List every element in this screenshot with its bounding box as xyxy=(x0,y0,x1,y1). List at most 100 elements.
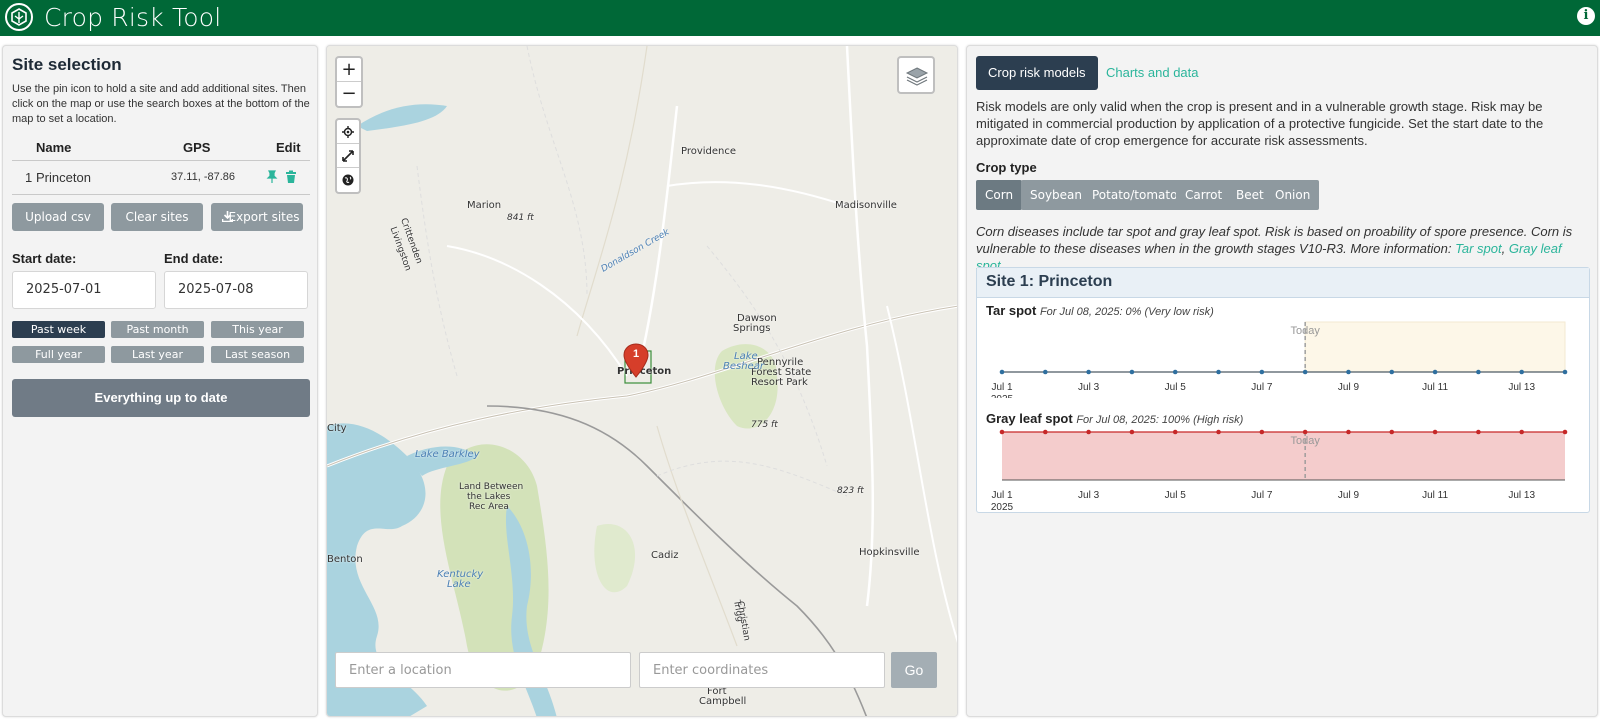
locate-icon[interactable] xyxy=(337,120,359,144)
clear-sites-button[interactable]: Clear sites xyxy=(111,203,203,231)
map-label: Lake Barkley xyxy=(415,449,480,460)
gray-leaf-spot-heading: Gray leaf spot For Jul 08, 2025: 100% (H… xyxy=(986,411,1243,426)
data-point xyxy=(1172,429,1178,435)
last-season-button[interactable]: Last season xyxy=(211,346,304,363)
intro-text: Risk models are only valid when the crop… xyxy=(976,99,1544,148)
data-point xyxy=(1562,369,1568,375)
export-sites-label: Export sites xyxy=(228,210,300,224)
globe-icon[interactable] xyxy=(337,168,359,192)
data-point xyxy=(1259,429,1265,435)
today-label: Today xyxy=(1290,325,1320,337)
map-label: Campbell xyxy=(699,696,747,707)
map-label: Providence xyxy=(681,146,737,157)
data-point xyxy=(999,369,1005,375)
map-panel[interactable]: Providence Marion Madisonville Dawson Sp… xyxy=(326,45,958,717)
data-point xyxy=(1129,369,1135,375)
panel-title: Site selection xyxy=(12,55,122,74)
divider xyxy=(12,160,310,161)
crop-potato-tomato-button[interactable]: Potato/tomato xyxy=(1083,180,1187,210)
tick-label: Jul 1 xyxy=(991,382,1013,393)
zoom-in-button[interactable]: + xyxy=(337,58,361,82)
column-header-name: Name xyxy=(36,140,72,155)
crop-type-label: Crop type xyxy=(976,160,1037,175)
tab-crop-risk-models[interactable]: Crop risk models xyxy=(976,56,1098,90)
crop-soybean-button[interactable]: Soybean xyxy=(1021,180,1092,210)
go-button[interactable]: Go xyxy=(891,652,937,688)
pin-icon[interactable] xyxy=(265,170,279,184)
crop-corn-button[interactable]: Corn xyxy=(976,180,1023,210)
data-point xyxy=(1086,369,1091,375)
crop-onion-button[interactable]: Onion xyxy=(1266,180,1320,210)
full-year-button[interactable]: Full year xyxy=(12,346,105,363)
export-sites-button[interactable]: Export sites xyxy=(211,203,303,231)
map-label: Cadiz xyxy=(651,550,679,561)
start-date-label: Start date: xyxy=(12,251,77,266)
data-point xyxy=(999,429,1005,435)
risk-area xyxy=(1002,432,1565,480)
map-label: Lake xyxy=(447,579,471,590)
tar-spot-link[interactable]: Tar spot xyxy=(1455,241,1502,256)
zoom-out-button[interactable]: − xyxy=(337,82,361,106)
site-card-title: Site 1: Princeton xyxy=(977,268,1589,298)
start-date-input[interactable]: 2025-07-01 xyxy=(12,271,156,309)
chart-title: Gray leaf spot xyxy=(986,411,1073,426)
data-point xyxy=(1346,429,1351,435)
tick-label: Jul 3 xyxy=(1078,382,1100,393)
info-icon[interactable]: i xyxy=(1577,7,1595,25)
tick-label: Jul 9 xyxy=(1338,382,1360,393)
marker-number: 1 xyxy=(632,348,640,360)
tick-label: Jul 7 xyxy=(1251,490,1273,501)
past-week-button[interactable]: Past week xyxy=(12,321,105,338)
column-header-edit: Edit xyxy=(276,140,301,155)
data-point xyxy=(1302,369,1308,375)
data-point xyxy=(1043,369,1048,375)
data-point xyxy=(1519,369,1524,375)
tick-label: Jul 5 xyxy=(1165,490,1187,501)
site-selection-panel: Site selection Use the pin icon to hold … xyxy=(2,45,318,717)
tick-label: Jul 13 xyxy=(1508,490,1535,501)
map-label: Marion xyxy=(467,200,502,211)
map-label: Rec Area xyxy=(469,502,509,512)
layers-button[interactable] xyxy=(897,56,935,94)
data-point xyxy=(1346,369,1351,375)
last-year-button[interactable]: Last year xyxy=(111,346,204,363)
map-label: 823 ft xyxy=(837,486,864,496)
fullscreen-icon[interactable] xyxy=(337,144,359,168)
map-label: Land Between xyxy=(459,482,524,492)
app-logo-icon xyxy=(5,3,33,31)
app-title: Crop Risk Tool xyxy=(44,3,222,32)
location-search-input[interactable]: Enter a location xyxy=(335,652,631,688)
chart-title: Tar spot xyxy=(986,303,1037,318)
app-header: Crop Risk Tool i xyxy=(0,0,1600,36)
data-point xyxy=(1086,429,1091,435)
upload-csv-button[interactable]: Upload csv xyxy=(12,203,104,231)
data-point xyxy=(1172,369,1178,375)
crop-carrot-button[interactable]: Carrot xyxy=(1176,180,1232,210)
map-label: 841 ft xyxy=(507,213,534,223)
end-date-label: End date: xyxy=(164,251,224,266)
tab-charts-and-data[interactable]: Charts and data xyxy=(1094,56,1211,90)
this-year-button[interactable]: This year xyxy=(211,321,304,338)
past-month-button[interactable]: Past month xyxy=(111,321,204,338)
tar-spot-heading: Tar spot For Jul 08, 2025: 0% (Very low … xyxy=(986,303,1214,318)
data-point xyxy=(1389,429,1395,435)
data-point xyxy=(1216,429,1221,435)
data-point xyxy=(1432,429,1438,435)
map-label: Benton xyxy=(327,554,363,565)
site-gps: 37.11, -87.86 xyxy=(171,171,236,183)
tick-label: Jul 5 xyxy=(1165,382,1187,393)
end-date-input[interactable]: 2025-07-08 xyxy=(164,271,308,309)
data-point xyxy=(1043,429,1048,435)
map-tiles[interactable] xyxy=(327,46,958,717)
map-label: Beshear xyxy=(723,361,764,372)
site-results-card: Site 1: Princeton Tar spot For Jul 08, 2… xyxy=(976,267,1590,513)
instructions-text: Use the pin icon to hold a site and add … xyxy=(12,83,310,125)
data-point xyxy=(1476,429,1481,435)
coordinates-input[interactable]: Enter coordinates xyxy=(639,652,885,688)
trash-icon[interactable] xyxy=(284,170,298,184)
map-label: Resort Park xyxy=(751,377,808,388)
update-button[interactable]: Everything up to date xyxy=(12,379,310,417)
data-point xyxy=(1519,429,1524,435)
data-point xyxy=(1432,369,1438,375)
data-point xyxy=(1259,369,1265,375)
